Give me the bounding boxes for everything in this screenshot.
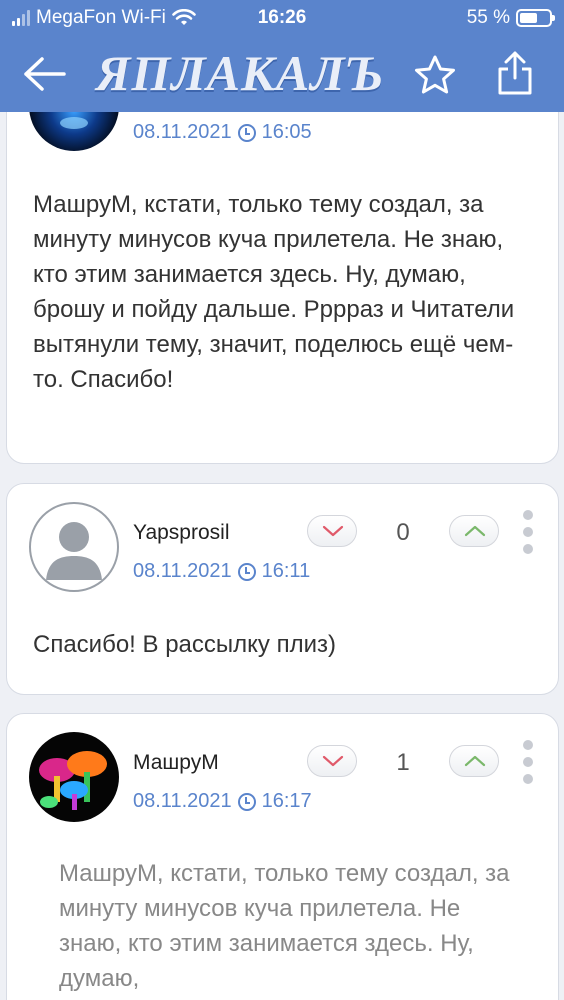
- comment-card: Yapsprosil 0 08.11.2021 16:11 Спасибо! В…: [6, 483, 559, 695]
- comment-card: 08.11.2021 16:05 МашруМ, кстати, только …: [6, 60, 559, 464]
- avatar[interactable]: [29, 502, 119, 592]
- more-menu-icon[interactable]: [523, 510, 535, 556]
- comment-text: Спасибо! В рассылку плиз): [33, 631, 336, 658]
- comment-text: МашруМ, кстати, только тему создал, за м…: [33, 191, 515, 393]
- upvote-button[interactable]: [449, 745, 499, 777]
- share-icon[interactable]: [494, 50, 536, 96]
- chevron-down-icon: [322, 525, 344, 537]
- comment-meta: 08.11.2021 16:17: [133, 790, 312, 813]
- downvote-button[interactable]: [307, 745, 357, 777]
- clock-icon: [237, 792, 256, 811]
- status-bar: MegaFon Wi-Fi 16:26 55 %: [0, 0, 564, 36]
- clock-icon: [237, 562, 256, 581]
- comment-time: 16:05: [261, 121, 312, 143]
- back-arrow-icon[interactable]: [22, 56, 68, 92]
- chevron-down-icon: [322, 755, 344, 767]
- comment-time: 16:17: [261, 790, 312, 812]
- battery-info: 55 %: [466, 7, 555, 29]
- comment-date: 08.11.2021: [133, 560, 232, 582]
- rating-count: 0: [396, 519, 410, 546]
- username[interactable]: Yapsprosil: [133, 521, 230, 545]
- more-menu-icon[interactable]: [523, 740, 535, 786]
- comment-date: 08.11.2021: [133, 121, 232, 143]
- quoted-text: МашруМ, кстати, только тему создал, за м…: [59, 860, 510, 992]
- username[interactable]: МашруМ: [133, 751, 219, 775]
- comment-date: 08.11.2021: [133, 790, 232, 812]
- comment-card: МашруМ 1 08.11.2021 16:17 МашруМ, кстати…: [6, 713, 559, 1000]
- avatar[interactable]: [29, 732, 119, 822]
- top-bar: MegaFon Wi-Fi 16:26 55 % ЯПЛАКАЛЪ: [0, 0, 564, 112]
- battery-icon: [516, 9, 555, 27]
- site-logo[interactable]: ЯПЛАКАЛЪ: [96, 44, 385, 102]
- chevron-up-icon: [464, 755, 486, 767]
- star-icon[interactable]: [413, 54, 457, 96]
- comment-meta: 08.11.2021 16:05: [133, 121, 312, 144]
- comment-time: 16:11: [261, 560, 311, 582]
- chevron-up-icon: [464, 525, 486, 537]
- nav-bar: ЯПЛАКАЛЪ: [0, 36, 564, 112]
- battery-percent: 55 %: [466, 7, 510, 28]
- downvote-button[interactable]: [307, 515, 357, 547]
- rating-count: 1: [396, 749, 410, 776]
- clock-icon: [237, 123, 256, 142]
- upvote-button[interactable]: [449, 515, 499, 547]
- comment-meta: 08.11.2021 16:11: [133, 560, 310, 583]
